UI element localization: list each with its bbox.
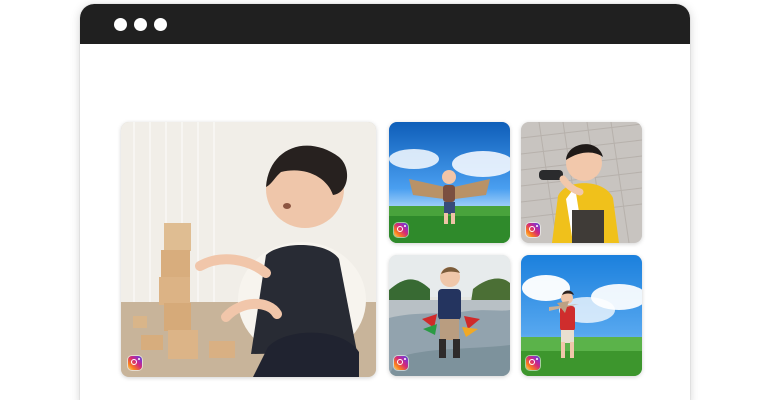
- instagram-icon-ring: [529, 359, 535, 365]
- wooden-blocks-photo: [121, 122, 376, 377]
- instagram-icon-ring: [397, 359, 403, 365]
- instagram-icon-dot: [404, 225, 406, 227]
- screen: [0, 0, 770, 400]
- gallery-photo-cardboard-wings[interactable]: [389, 122, 510, 243]
- instagram-icon[interactable]: [394, 223, 408, 237]
- instagram-icon-ring: [529, 226, 535, 232]
- gallery-photo-toy-airplane[interactable]: [521, 255, 642, 376]
- window-titlebar: [80, 4, 690, 44]
- window-control-dot[interactable]: [154, 18, 167, 31]
- browser-window: [80, 4, 690, 400]
- instagram-icon[interactable]: [128, 356, 142, 370]
- window-control-dot[interactable]: [134, 18, 147, 31]
- instagram-icon-dot: [536, 225, 538, 227]
- instagram-icon-dot: [404, 358, 406, 360]
- window-control-dot[interactable]: [114, 18, 127, 31]
- instagram-icon-dot: [138, 358, 140, 360]
- gallery-photo-puddle[interactable]: [389, 255, 510, 376]
- gallery-photo-wooden-blocks[interactable]: [121, 122, 376, 377]
- instagram-icon[interactable]: [394, 356, 408, 370]
- instagram-icon-ring: [131, 359, 137, 365]
- gallery-photo-binoculars[interactable]: [521, 122, 642, 243]
- instagram-icon-ring: [397, 226, 403, 232]
- instagram-icon[interactable]: [526, 356, 540, 370]
- instagram-icon[interactable]: [526, 223, 540, 237]
- instagram-icon-dot: [536, 358, 538, 360]
- page-content: [80, 44, 690, 400]
